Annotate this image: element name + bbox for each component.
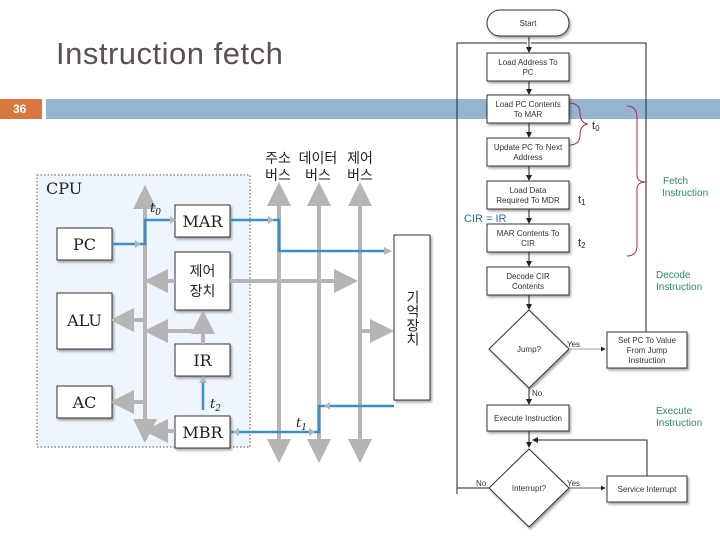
execute-label-2: Instruction bbox=[656, 418, 702, 429]
t0-label-flow: t0 bbox=[592, 120, 600, 133]
control-unit-label-1: 제어 bbox=[190, 264, 216, 280]
start-label: Start bbox=[520, 19, 538, 28]
jump-yes-label: Yes bbox=[567, 340, 580, 349]
decode-label-2: Instruction bbox=[656, 282, 702, 293]
address-bus-label-1: 주소 bbox=[265, 151, 291, 167]
cpu-block: CPU PC ALU AC MAR 제어 장치 IR MBR t0 t2 bbox=[36, 174, 251, 449]
step-mar-cir-line2: CIR bbox=[521, 239, 535, 248]
control-unit bbox=[174, 251, 231, 311]
ac-label: AC bbox=[72, 393, 97, 412]
fetch-label-1: Fetch bbox=[663, 176, 688, 187]
flowchart: Start Load Address To PC Load PC Content… bbox=[456, 9, 708, 528]
t1-label-cpu: t1 bbox=[296, 416, 307, 433]
interrupt-no-label: No bbox=[476, 479, 487, 488]
system-buses: 주소 버스 데이터 버스 제어 버스 기억장치 t1 bbox=[230, 151, 431, 463]
t2-label-flow: t2 bbox=[578, 237, 586, 250]
fetch-label-2: Instruction bbox=[662, 188, 708, 199]
step-load-data-line2: Required To MDR bbox=[496, 196, 560, 205]
diagram-canvas: CPU PC ALU AC MAR 제어 장치 IR MBR t0 t2 주소 … bbox=[36, 9, 708, 528]
control-bus-label-1: 제어 bbox=[347, 151, 373, 167]
mar-label: MAR bbox=[183, 212, 224, 231]
alu-label: ALU bbox=[66, 311, 102, 330]
decode-label-1: Decode bbox=[656, 270, 691, 281]
ir-label: IR bbox=[193, 351, 212, 370]
step-execute-label: Execute Instruction bbox=[494, 414, 562, 423]
cir-ir-note: CIR = IR bbox=[464, 213, 507, 225]
data-bus-label-1: 데이터 bbox=[299, 151, 338, 167]
step-decode-line2: Contents bbox=[512, 282, 544, 291]
data-bus-label-2: 버스 bbox=[305, 168, 331, 184]
step-decode-line1: Decode CIR bbox=[506, 272, 550, 281]
pc-label: PC bbox=[73, 235, 96, 254]
jump-no-label: No bbox=[532, 389, 543, 398]
step-load-address-line1: Load Address To bbox=[498, 58, 558, 67]
memory-input-arrowhead bbox=[384, 247, 392, 255]
interrupt-yes-label: Yes bbox=[567, 479, 580, 488]
mbr-label: MBR bbox=[182, 423, 223, 442]
set-pc-line1: Set PC To Value bbox=[618, 336, 677, 345]
step-load-data-line1: Load Data bbox=[510, 186, 547, 195]
step-update-pc-line2: Address bbox=[513, 153, 542, 162]
memory-output-arrowhead bbox=[324, 402, 330, 410]
service-interrupt-label: Service Interrupt bbox=[618, 485, 677, 494]
mar-bus-arrowhead bbox=[268, 216, 274, 224]
address-bus-label-2: 버스 bbox=[265, 168, 291, 184]
step-mar-cir-line1: MAR Contents To bbox=[497, 229, 560, 238]
t0-brace bbox=[568, 102, 589, 146]
data-bus-arrowhead bbox=[309, 428, 315, 436]
control-unit-label-2: 장치 bbox=[190, 284, 216, 300]
step-update-pc-line1: Update PC To Next bbox=[494, 143, 563, 152]
fetch-brace bbox=[626, 105, 647, 257]
set-pc-line3: Instruction bbox=[629, 356, 666, 365]
control-bus-label-2: 버스 bbox=[347, 168, 373, 184]
step-load-pc-line1: Load PC Contents bbox=[495, 100, 560, 109]
t1-label-flow: t1 bbox=[578, 194, 586, 207]
mar-to-memory-path bbox=[230, 218, 388, 253]
set-pc-line2: From Jump bbox=[627, 346, 668, 355]
execute-label-1: Execute bbox=[656, 406, 693, 417]
interrupt-decision-label: Interrupt? bbox=[512, 484, 547, 493]
cpu-label: CPU bbox=[46, 179, 82, 198]
step-load-pc-line2: To MAR bbox=[514, 110, 543, 119]
step-load-address-line2: PC bbox=[522, 68, 533, 77]
jump-decision-label: Jump? bbox=[517, 345, 542, 354]
memory-label: 기억장치 bbox=[404, 290, 420, 346]
memory-to-mbr-path bbox=[230, 404, 394, 434]
